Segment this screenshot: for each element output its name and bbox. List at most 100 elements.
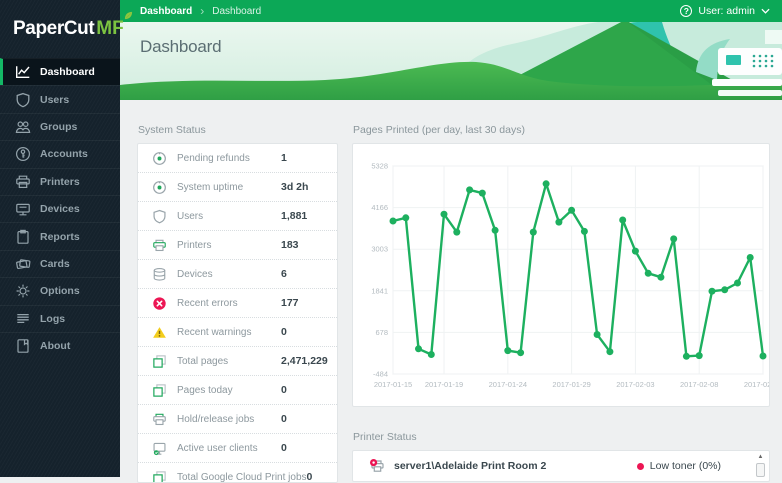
clock-icon bbox=[152, 151, 167, 166]
pages-printed-title: Pages Printed (per day, last 30 days) bbox=[353, 124, 770, 136]
about-book-icon bbox=[15, 338, 31, 354]
system-status-title: System Status bbox=[138, 124, 338, 136]
user-menu-label[interactable]: User: admin bbox=[698, 5, 755, 17]
chevron-down-icon[interactable] bbox=[761, 8, 770, 14]
pages-icon bbox=[152, 354, 167, 369]
database-icon bbox=[152, 267, 167, 282]
status-row: Hold/release jobs 0 bbox=[138, 405, 337, 434]
status-row: Printers183 bbox=[138, 231, 337, 260]
sidebar-item-label: Logs bbox=[40, 313, 65, 325]
sidebar-item-accounts[interactable]: Accounts bbox=[0, 140, 120, 167]
pages-printed-chart: 5328416630031841678-4842017-01-152017-01… bbox=[353, 144, 769, 406]
status-row: Total pages 2,471,229 bbox=[138, 347, 337, 376]
svg-text:4166: 4166 bbox=[371, 203, 388, 212]
status-label: Active user clients bbox=[177, 443, 258, 454]
printer-name-link[interactable]: server1\Adelaide Print Room 2 bbox=[394, 460, 546, 472]
status-row: Active user clients 0 bbox=[138, 434, 337, 463]
status-label: Recent errors bbox=[177, 298, 238, 309]
sidebar-item-label: Users bbox=[40, 94, 69, 106]
breadcrumb-page[interactable]: Dashboard bbox=[212, 6, 261, 17]
status-value: 0 bbox=[307, 471, 338, 483]
warning-icon bbox=[152, 325, 167, 340]
sidebar-item-dashboard[interactable]: Dashboard bbox=[0, 58, 120, 85]
logs-list-icon bbox=[15, 311, 31, 327]
low-toner-dot bbox=[637, 463, 644, 470]
status-label: Pages today bbox=[177, 385, 233, 396]
status-label: System uptime bbox=[177, 182, 243, 193]
hero-banner: Dashboard bbox=[120, 22, 782, 100]
dashboard-chart-icon bbox=[15, 64, 31, 80]
sidebar-item-label: Reports bbox=[40, 231, 80, 243]
hero-illustration bbox=[120, 22, 782, 100]
sidebar-item-groups[interactable]: Groups bbox=[0, 113, 120, 140]
topbar: Dashboard › Dashboard ? User: admin bbox=[120, 0, 782, 22]
status-value: 177 bbox=[281, 297, 327, 309]
sidebar-item-label: Devices bbox=[40, 203, 80, 215]
svg-text:2017-02-13: 2017-02-13 bbox=[744, 380, 769, 389]
user-menu[interactable]: ? User: admin bbox=[680, 5, 770, 17]
scroll-up-icon[interactable]: ▲ bbox=[755, 453, 766, 462]
main-area: Dashboard › Dashboard ? User: admin bbox=[120, 0, 782, 477]
sidebar-item-label: Options bbox=[40, 285, 80, 297]
status-value: 0 bbox=[281, 384, 327, 396]
leaf-icon bbox=[124, 11, 133, 20]
client-icon bbox=[152, 441, 167, 456]
svg-text:2017-02-08: 2017-02-08 bbox=[680, 380, 718, 389]
status-row: Pending refunds1 bbox=[138, 144, 337, 173]
cards-icon bbox=[15, 256, 31, 272]
sidebar-item-options[interactable]: Options bbox=[0, 277, 120, 304]
status-value: 1 bbox=[281, 152, 327, 164]
status-label: Total pages bbox=[177, 356, 228, 367]
status-label: Total Google Cloud Print jobs bbox=[177, 472, 307, 483]
printers-icon bbox=[15, 174, 31, 190]
status-value: 2,471,229 bbox=[281, 355, 327, 367]
sidebar-item-users[interactable]: Users bbox=[0, 85, 120, 112]
sidebar-item-printers[interactable]: Printers bbox=[0, 168, 120, 195]
status-value: 0 bbox=[281, 442, 327, 454]
status-row: Users 1,881 bbox=[138, 202, 337, 231]
sidebar-item-cards[interactable]: Cards bbox=[0, 250, 120, 277]
printer-alert-icon bbox=[369, 458, 385, 474]
printer-green-icon bbox=[152, 238, 167, 253]
logo-brand-text: PaperCut bbox=[13, 18, 94, 40]
pages-printed-card: 5328416630031841678-4842017-01-152017-01… bbox=[352, 143, 770, 407]
breadcrumb-section[interactable]: Dashboard bbox=[140, 6, 192, 17]
status-row: Recent warnings0 bbox=[138, 318, 337, 347]
breadcrumb-separator-icon: › bbox=[200, 6, 204, 16]
sidebar-item-reports[interactable]: Reports bbox=[0, 222, 120, 249]
svg-text:2017-02-03: 2017-02-03 bbox=[616, 380, 654, 389]
svg-text:2017-01-24: 2017-01-24 bbox=[489, 380, 527, 389]
svg-text:678: 678 bbox=[375, 328, 388, 337]
sidebar-nav: Dashboard Users GroupsAccountsPrinters Devi… bbox=[0, 58, 120, 359]
status-row: System uptime3d 2h bbox=[138, 173, 337, 202]
status-value: 0 bbox=[281, 413, 327, 425]
scrollbar-thumb[interactable] bbox=[756, 463, 765, 477]
status-label: Hold/release jobs bbox=[177, 414, 254, 425]
options-gear-icon bbox=[15, 283, 31, 299]
error-icon bbox=[152, 296, 167, 311]
app-logo: PaperCut MF bbox=[0, 0, 120, 58]
status-value: 1,881 bbox=[281, 210, 327, 222]
clock-icon bbox=[152, 180, 167, 195]
page-title: Dashboard bbox=[140, 37, 221, 57]
status-label: Users bbox=[177, 211, 203, 222]
accounts-key-icon bbox=[15, 146, 31, 162]
status-value: 183 bbox=[281, 239, 327, 251]
pages-icon bbox=[152, 470, 167, 483]
system-status-card: Pending refunds1System uptime3d 2h Users 1… bbox=[137, 143, 338, 483]
sidebar-item-about[interactable]: About bbox=[0, 332, 120, 359]
hold-printer-icon bbox=[152, 412, 167, 427]
status-label: Recent warnings bbox=[177, 327, 251, 338]
sidebar: PaperCut MF Dashboard Users GroupsAccounts… bbox=[0, 0, 120, 477]
sidebar-item-devices[interactable]: Devices bbox=[0, 195, 120, 222]
logo-suffix-text: MF bbox=[96, 18, 123, 40]
status-row: Recent errors 177 bbox=[138, 289, 337, 318]
printer-status-text: Low toner (0%) bbox=[637, 460, 721, 472]
sidebar-item-logs[interactable]: Logs bbox=[0, 305, 120, 332]
users-shield-icon bbox=[15, 92, 31, 108]
shield-icon bbox=[152, 209, 167, 224]
groups-people-icon bbox=[15, 119, 31, 135]
help-icon[interactable]: ? bbox=[680, 5, 692, 17]
pages-icon bbox=[152, 383, 167, 398]
printer-status-card: server1\Adelaide Print Room 2 Low toner (… bbox=[352, 450, 770, 482]
